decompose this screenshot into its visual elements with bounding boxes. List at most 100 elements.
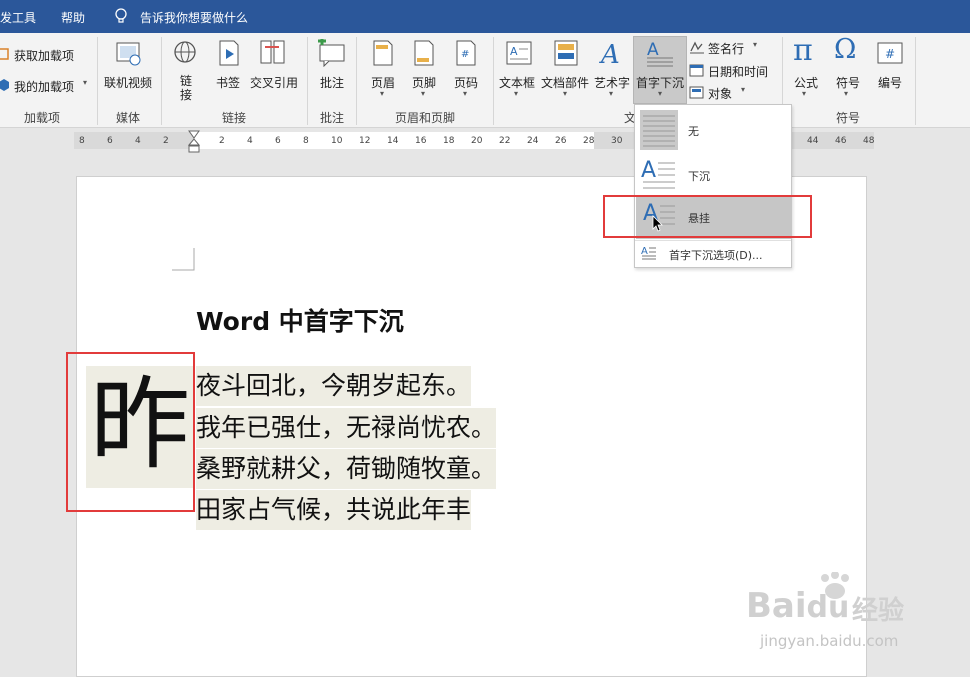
page-number-icon: # <box>456 40 476 66</box>
group-divider <box>915 37 916 125</box>
ruler-tick-label: 8 <box>79 136 85 146</box>
group-label-media: 媒体 <box>116 111 141 125</box>
textbox-caret-icon[interactable]: ▾ <box>514 89 518 98</box>
header-caret-icon[interactable]: ▾ <box>380 89 384 98</box>
equation-caret-icon[interactable]: ▾ <box>802 89 806 98</box>
ruler-tick-label: 10 <box>331 136 343 146</box>
comment-button[interactable]: 批注 <box>320 74 344 91</box>
header-icon <box>373 40 393 66</box>
bookmark-icon <box>219 40 239 66</box>
ruler-tick-label: 18 <box>443 136 455 146</box>
number-button[interactable]: 编号 <box>878 74 902 91</box>
textbox-icon: A <box>506 41 532 65</box>
watermark-jingyan: 经验 <box>852 596 905 626</box>
dropcap-caret-icon[interactable]: ▾ <box>658 89 662 98</box>
svg-text:A: A <box>599 40 620 67</box>
ruler-tick-label: 6 <box>275 136 281 146</box>
my-addins-button[interactable]: 我的加载项 <box>14 78 74 95</box>
dropcap-dropped-icon: A <box>641 158 675 189</box>
ruler-tick-label: 6 <box>107 136 113 146</box>
quick-parts-caret-icon[interactable]: ▾ <box>563 89 567 98</box>
tell-me-search[interactable]: 告诉我你想要做什么 <box>140 9 248 26</box>
link-button[interactable]: 链接 <box>179 74 193 102</box>
signature-line-button[interactable]: 签名行 <box>708 40 744 57</box>
ruler-tick-label: 30 <box>611 136 623 146</box>
date-time-button[interactable]: 日期和时间 <box>708 63 768 80</box>
svg-text:A: A <box>641 246 648 257</box>
footer-icon <box>414 40 434 66</box>
menu-divider <box>635 240 791 241</box>
ruler-tick-label: 48 <box>863 136 875 146</box>
ruler-tick-label: 44 <box>807 136 819 146</box>
bookmark-button[interactable]: 书签 <box>216 74 240 91</box>
store-icon <box>0 48 9 60</box>
link-globe-icon <box>174 41 196 63</box>
object-button[interactable]: 对象 <box>708 85 732 102</box>
ruler-tick-label: 26 <box>555 136 567 146</box>
my-addins-icon <box>0 79 9 91</box>
tab-developer[interactable]: 发工具 <box>0 9 36 26</box>
group-label-symbols: 符号 <box>836 111 861 125</box>
get-addins-button[interactable]: 获取加载项 <box>14 47 74 64</box>
online-video-button[interactable]: 联机视频 <box>104 74 152 91</box>
group-label-links: 链接 <box>222 111 247 125</box>
drop-cap-highlight-box <box>66 352 195 512</box>
dropcap-dropped-label: 下沉 <box>688 170 710 183</box>
poem-line: 我年已强仕，无禄尚忧农。 <box>196 408 497 448</box>
group-divider <box>97 37 98 125</box>
svg-text:A: A <box>647 40 659 60</box>
group-label-comments: 批注 <box>320 111 345 125</box>
lightbulb-icon <box>115 8 127 23</box>
ruler-tick-label: 46 <box>835 136 847 146</box>
object-icon <box>689 86 704 99</box>
object-caret-icon[interactable]: ▾ <box>741 85 745 94</box>
ruler-tick-label: 28 <box>583 136 595 146</box>
ruler-tick-label: 4 <box>135 136 141 146</box>
cross-reference-button[interactable]: 交叉引用 <box>250 74 298 91</box>
indent-marker-icon[interactable] <box>188 129 200 157</box>
group-label-header-footer: 页眉和页脚 <box>395 111 456 125</box>
dropcap-icon: A <box>647 40 673 67</box>
ruler-tick-label: 2 <box>163 136 169 146</box>
group-divider <box>493 37 494 125</box>
comment-icon <box>318 39 345 67</box>
signature-caret-icon[interactable]: ▾ <box>753 40 757 49</box>
svg-text:#: # <box>461 49 469 60</box>
ruler-tick-label: 14 <box>387 136 399 146</box>
ruler-tick-label: 2 <box>219 136 225 146</box>
symbol-caret-icon[interactable]: ▾ <box>844 89 848 98</box>
group-divider <box>356 37 357 125</box>
ruler-tick-label: 20 <box>471 136 483 146</box>
quick-parts-icon <box>554 40 578 66</box>
in-margin-highlight-box <box>603 195 812 238</box>
number-icon: # <box>877 42 903 64</box>
svg-text:A: A <box>510 45 518 58</box>
wordart-icon: A <box>599 40 620 67</box>
watermark-paw-icon <box>821 572 849 599</box>
tab-help[interactable]: 帮助 <box>61 9 85 26</box>
ruler-tick-label: 24 <box>527 136 539 146</box>
wordart-caret-icon[interactable]: ▾ <box>609 89 613 98</box>
ruler-tick-label: 4 <box>247 136 253 146</box>
watermark-url: jingyan.baidu.com <box>760 632 899 650</box>
group-label-addins: 加载项 <box>24 111 61 125</box>
dropcap-none-icon <box>640 110 678 150</box>
footer-caret-icon[interactable]: ▾ <box>421 89 425 98</box>
online-video-icon <box>116 42 141 66</box>
svg-text:A: A <box>641 158 656 183</box>
dropcap-options-icon: A <box>641 246 656 260</box>
poem-line: 夜斗回北，今朝岁起东。 <box>196 366 472 406</box>
page-number-caret-icon[interactable]: ▾ <box>463 89 467 98</box>
dropcap-options-item[interactable]: 首字下沉选项(D)... <box>669 247 763 263</box>
poem-line: 田家占气候，共说此年丰 <box>196 490 472 530</box>
svg-text:#: # <box>885 47 895 61</box>
my-addins-caret-icon[interactable]: ▾ <box>83 78 87 87</box>
symbol-omega-icon: Ω <box>834 34 857 65</box>
date-time-icon <box>689 64 704 77</box>
signature-line-icon <box>690 41 704 54</box>
ruler-tick-label: 12 <box>359 136 371 146</box>
group-divider <box>307 37 308 125</box>
equation-pi-icon: π <box>793 33 813 68</box>
ruler-tick-label: 22 <box>499 136 511 146</box>
group-divider <box>161 37 162 125</box>
